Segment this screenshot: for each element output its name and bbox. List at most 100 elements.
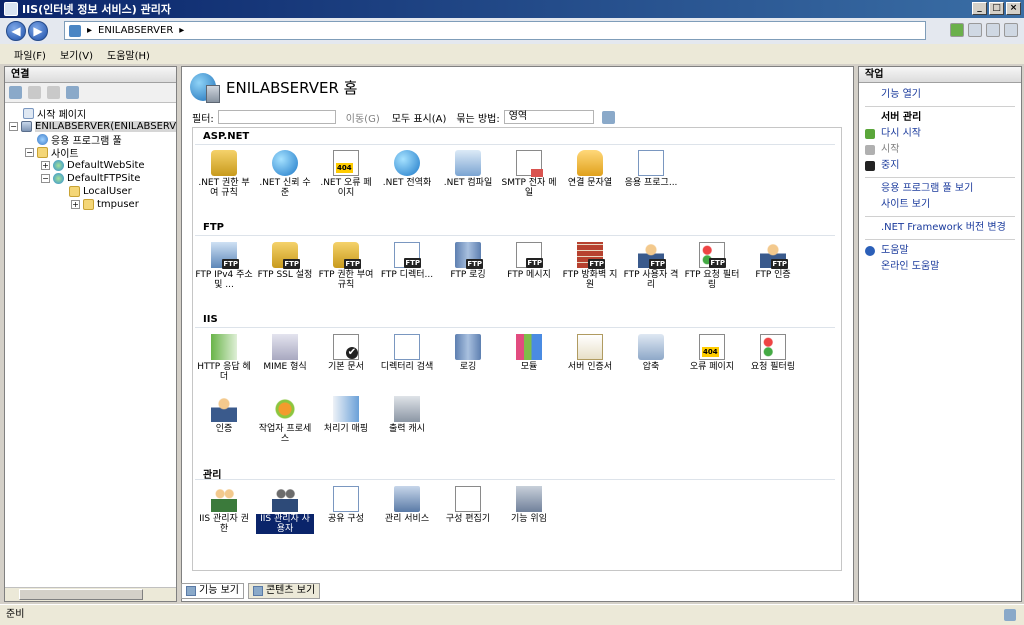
- feature-smtp-email[interactable]: SMTP 전자 메일: [500, 150, 558, 198]
- feature-ftp-firewall[interactable]: FTP 방화벽 지원: [561, 242, 619, 290]
- feature-manager-users[interactable]: IIS 관리자 사용자: [256, 486, 314, 534]
- connections-tree: 시작 페이지 − ENILABSERVER(ENILABSERV 응용 프로그램…: [5, 103, 177, 211]
- action-view-app-pools[interactable]: 응용 프로그램 풀 보기: [859, 181, 1021, 197]
- tab-features-view[interactable]: 기능 보기: [181, 583, 244, 599]
- refresh-icon[interactable]: [950, 23, 964, 37]
- collapse-toggle[interactable]: −: [25, 148, 34, 157]
- feature-compression[interactable]: 압축: [622, 334, 680, 372]
- tab-content-view[interactable]: 콘텐츠 보기: [247, 583, 321, 599]
- stop-icon[interactable]: [968, 23, 982, 37]
- horizontal-scrollbar[interactable]: [5, 587, 176, 601]
- address-arrow-1[interactable]: ▸: [87, 25, 92, 36]
- menu-help[interactable]: 도움말(H): [107, 47, 150, 62]
- divider: [865, 239, 1015, 240]
- menu-file[interactable]: 파일(F): [14, 47, 46, 62]
- feature-modules[interactable]: 모듈: [500, 334, 558, 372]
- divider: [865, 177, 1015, 178]
- feature-server-certificates[interactable]: 서버 인증서: [561, 334, 619, 372]
- feature-authentication[interactable]: 인증: [195, 396, 253, 434]
- feature-ftp-ip[interactable]: FTP IPv4 주소 및 ...: [195, 242, 253, 290]
- feature-manager-permissions[interactable]: IIS 관리자 권한: [195, 486, 253, 534]
- disconnect-icon[interactable]: [66, 86, 79, 99]
- feature-ftp-messages[interactable]: FTP 메시지: [500, 242, 558, 280]
- feature-request-filtering[interactable]: 요청 필터링: [744, 334, 802, 372]
- page-title: ENILABSERVER 홈: [226, 78, 358, 97]
- action-view-sites[interactable]: 사이트 보기: [859, 197, 1021, 213]
- feature-connection-strings[interactable]: 연결 문자열: [561, 150, 619, 188]
- feature-net-auth-rules[interactable]: .NET 권한 부여 규칙: [195, 150, 253, 198]
- scrollbar-thumb[interactable]: [19, 589, 143, 600]
- address-bar[interactable]: ▸ ENILABSERVER ▸: [64, 21, 926, 40]
- maximize-button[interactable]: □: [989, 2, 1004, 15]
- up-icon[interactable]: [47, 86, 60, 99]
- compression-icon: [638, 334, 664, 360]
- feature-net-trust[interactable]: .NET 신뢰 수준: [256, 150, 314, 198]
- action-restart[interactable]: 다시 시작: [859, 126, 1021, 142]
- close-button[interactable]: ×: [1006, 2, 1021, 15]
- feature-ftp-logging[interactable]: FTP 로깅: [439, 242, 497, 280]
- feature-delegation[interactable]: 기능 위임: [500, 486, 558, 524]
- feature-output-caching[interactable]: 출력 캐시: [378, 396, 436, 434]
- filter-input[interactable]: [217, 110, 336, 124]
- feature-directory-browsing[interactable]: 디렉터리 검색: [378, 334, 436, 372]
- tree-item-localuser[interactable]: LocalUser: [5, 185, 176, 198]
- action-online-help[interactable]: 온라인 도움말: [859, 259, 1021, 275]
- tree-item-default-web-site[interactable]: + DefaultWebSite: [5, 159, 176, 172]
- feature-net-error-pages[interactable]: .NET 오류 페이지: [317, 150, 375, 198]
- action-stop[interactable]: 중지: [859, 158, 1021, 174]
- error-pages-icon: [699, 334, 725, 360]
- action-start[interactable]: 시작: [859, 142, 1021, 158]
- feature-configuration-editor[interactable]: 구성 편집기: [439, 486, 497, 524]
- feature-app-settings[interactable]: 응용 프로그...: [622, 150, 680, 188]
- feature-management-service[interactable]: 관리 서비스: [378, 486, 436, 524]
- feature-ftp-directory[interactable]: FTP 디렉터...: [378, 242, 436, 280]
- feature-ftp-auth-rules[interactable]: FTP 권한 부여 규칙: [317, 242, 375, 290]
- divider: [865, 106, 1015, 107]
- action-change-net-version[interactable]: .NET Framework 버전 변경: [859, 220, 1021, 236]
- group-by-select[interactable]: 영역: [503, 110, 594, 124]
- show-all-button[interactable]: 모두 표시(A): [392, 110, 447, 125]
- feature-error-pages[interactable]: 오류 페이지: [683, 334, 741, 372]
- collapse-toggle[interactable]: −: [9, 122, 18, 131]
- feature-ftp-user-isolation[interactable]: FTP 사용자 격리: [622, 242, 680, 290]
- view-mode-icon[interactable]: [601, 110, 615, 124]
- address-segment-server[interactable]: ENILABSERVER: [98, 25, 173, 36]
- feature-net-globalization[interactable]: .NET 전역화: [378, 150, 436, 188]
- feature-logging[interactable]: 로깅: [439, 334, 497, 372]
- feature-mime-types[interactable]: MIME 형식: [256, 334, 314, 372]
- address-arrow-2[interactable]: ▸: [179, 25, 184, 36]
- feature-ftp-authentication[interactable]: FTP 인증: [744, 242, 802, 280]
- connect-icon[interactable]: [9, 86, 22, 99]
- tree-item-tmpuser[interactable]: + tmpuser: [5, 198, 176, 211]
- feature-handler-mappings[interactable]: 처리기 매핑: [317, 396, 375, 434]
- compile-icon: [455, 150, 481, 176]
- help-icon[interactable]: [1004, 23, 1018, 37]
- feature-net-compilation[interactable]: .NET 컴파일: [439, 150, 497, 188]
- save-icon[interactable]: [28, 86, 41, 99]
- feature-shared-configuration[interactable]: 공유 구성: [317, 486, 375, 524]
- tree-item-start-page[interactable]: 시작 페이지: [5, 107, 176, 121]
- folder-icon: [69, 186, 80, 197]
- filter-label: 필터:: [192, 113, 214, 125]
- go-button[interactable]: 이동(G): [346, 110, 380, 125]
- feature-ftp-request-filter[interactable]: FTP 요청 필터링: [683, 242, 741, 290]
- menu-view[interactable]: 보기(V): [60, 47, 93, 62]
- ftp-messages-icon: [516, 242, 543, 268]
- collapse-toggle[interactable]: −: [41, 174, 50, 183]
- back-button[interactable]: ◀: [6, 21, 26, 41]
- feature-http-headers[interactable]: HTTP 응답 헤더: [195, 334, 253, 382]
- feature-default-document[interactable]: 기본 문서: [317, 334, 375, 372]
- server-home-icon: [190, 73, 220, 103]
- feature-worker-processes[interactable]: 작업자 프로세스: [256, 396, 314, 444]
- forward-button[interactable]: ▶: [28, 21, 48, 41]
- tree-item-default-ftp-site[interactable]: − DefaultFTPSite: [5, 172, 176, 185]
- tree-item-app-pools[interactable]: 응용 프로그램 풀: [5, 133, 176, 147]
- action-help[interactable]: 도움말: [859, 243, 1021, 259]
- expand-toggle[interactable]: +: [71, 200, 80, 209]
- expand-toggle[interactable]: +: [41, 161, 50, 170]
- tree-item-sites[interactable]: − 사이트: [5, 146, 176, 160]
- minimize-button[interactable]: _: [972, 2, 987, 15]
- feature-ftp-ssl[interactable]: FTP SSL 설정: [256, 242, 314, 280]
- home-icon[interactable]: [986, 23, 1000, 37]
- action-open-feature[interactable]: 기능 열기: [859, 87, 1021, 103]
